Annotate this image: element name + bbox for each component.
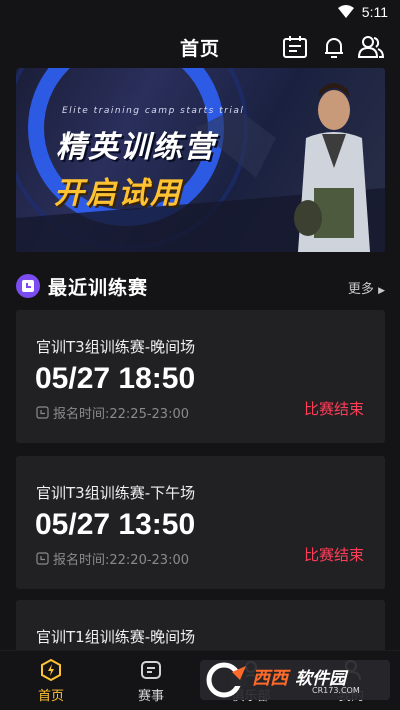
match-status: 比赛结束 [303,400,364,418]
site-watermark: 西西 软件园 CR173.COM [200,660,390,700]
soldier-illustration [294,83,370,252]
caret-right-icon: ▶ [378,286,385,296]
watermark-url: CR173.COM [312,686,360,695]
recent-matches-header: 最近训练赛 更多 ▶ [16,272,385,300]
wifi-icon [337,5,354,18]
clock-small-icon [36,406,49,419]
tab-events[interactable]: 赛事 [111,651,191,710]
match-time: 05/27 13:50 [35,508,196,541]
more-link[interactable]: 更多 ▶ [348,278,385,297]
banner-title-line1: 精英训练营 [56,130,216,165]
match-name: 官训T3组训练赛-晚间场 [36,338,196,356]
clock-icon [16,274,40,298]
registration-time: 报名时间:22:25-23:00 [36,403,189,422]
clock-small-icon [36,552,49,565]
status-bar: 5:11 [0,0,400,24]
match-card[interactable]: 官训T1组训练赛-晚间场 [16,600,385,650]
match-card[interactable]: 官训T3组训练赛-下午场 05/27 13:50 报名时间:22:20-23:0… [16,456,385,589]
registration-label: 报名时间:22:25-23:00 [53,407,189,422]
match-time: 05/27 18:50 [35,362,196,395]
home-bolt-icon [41,659,61,681]
bell-icon[interactable] [320,33,348,61]
registration-label: 报名时间:22:20-23:00 [53,553,189,568]
tab-label: 首页 [37,689,64,704]
banner-subtitle: Elite training camp starts trial [62,106,245,116]
status-time: 5:11 [361,4,388,20]
registration-time: 报名时间:22:20-23:00 [36,549,189,568]
calendar-icon[interactable] [281,33,309,61]
more-label: 更多 [347,282,374,297]
users-icon[interactable] [357,33,385,61]
promo-banner[interactable]: Elite training camp starts trial 精英训练营 开… [16,68,385,252]
watermark-logo-icon [206,662,246,698]
events-icon [141,661,161,679]
match-card[interactable]: 官训T3组训练赛-晚间场 05/27 18:50 报名时间:22:25-23:0… [16,310,385,443]
banner-title-line2: 开启试用 [54,176,182,211]
match-status: 比赛结束 [303,546,364,564]
tab-label: 赛事 [137,689,164,704]
match-name: 官训T1组训练赛-晚间场 [36,628,196,646]
tab-home[interactable]: 首页 [11,651,91,710]
section-title: 最近训练赛 [48,277,149,299]
match-name: 官训T3组训练赛-下午场 [36,484,196,502]
watermark-brand: 西西 [252,668,288,689]
header: 首页 [0,26,400,68]
